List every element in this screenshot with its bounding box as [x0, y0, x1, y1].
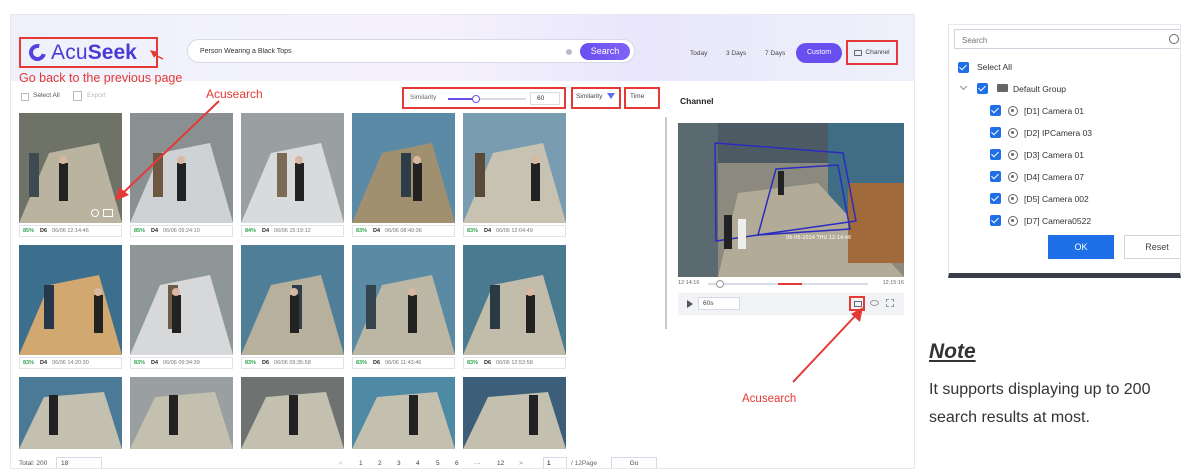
camera-checkbox[interactable] [990, 149, 1001, 160]
default-group-checkbox[interactable] [977, 83, 988, 94]
camera-icon [1008, 172, 1018, 182]
note-title: Note [929, 340, 976, 363]
camera-checkbox[interactable] [990, 105, 1001, 116]
search-icon[interactable] [1169, 34, 1179, 44]
camera-icon [1008, 128, 1018, 138]
camera-checkbox[interactable] [990, 215, 1001, 226]
acusearch-annotation-2: Acusearch [742, 393, 797, 405]
channel-search-input[interactable] [962, 34, 1142, 46]
select-all-channels-label: Select All [977, 62, 1012, 72]
channel-search-box [954, 29, 1180, 49]
select-all-channels-checkbox[interactable] [958, 62, 969, 73]
channel-select-dropdown: Select All Default Group [D1] Camera 01 [… [948, 24, 1181, 278]
camera-label: [D3] Camera 01 [1024, 150, 1084, 160]
camera-checkbox[interactable] [990, 193, 1001, 204]
camera-label: [D1] Camera 01 [1024, 106, 1084, 116]
camera-icon [1008, 216, 1018, 226]
note-text: It supports displaying up to 200 search … [929, 381, 1151, 426]
camera-label: [D4] Camera 07 [1024, 172, 1084, 182]
camera-label: [D7] Camera0522 [1024, 216, 1092, 226]
camera-checkbox[interactable] [990, 171, 1001, 182]
camera-icon [1008, 150, 1018, 160]
default-group-label: Default Group [1013, 84, 1066, 94]
screenshot-root: AcuSeek Search Today 3 Days 7 Days Custo… [0, 0, 1181, 469]
folder-icon [997, 84, 1008, 92]
camera-checkbox[interactable] [990, 127, 1001, 138]
camera-icon [1008, 194, 1018, 204]
camera-label: [D2] IPCamera 03 [1024, 128, 1093, 138]
chevron-down-icon[interactable] [959, 82, 968, 91]
camera-icon [1008, 106, 1018, 116]
camera-label: [D5] Camera 002 [1024, 194, 1089, 204]
ok-button[interactable]: OK [1048, 235, 1114, 259]
reset-button[interactable]: Reset [1124, 235, 1180, 259]
